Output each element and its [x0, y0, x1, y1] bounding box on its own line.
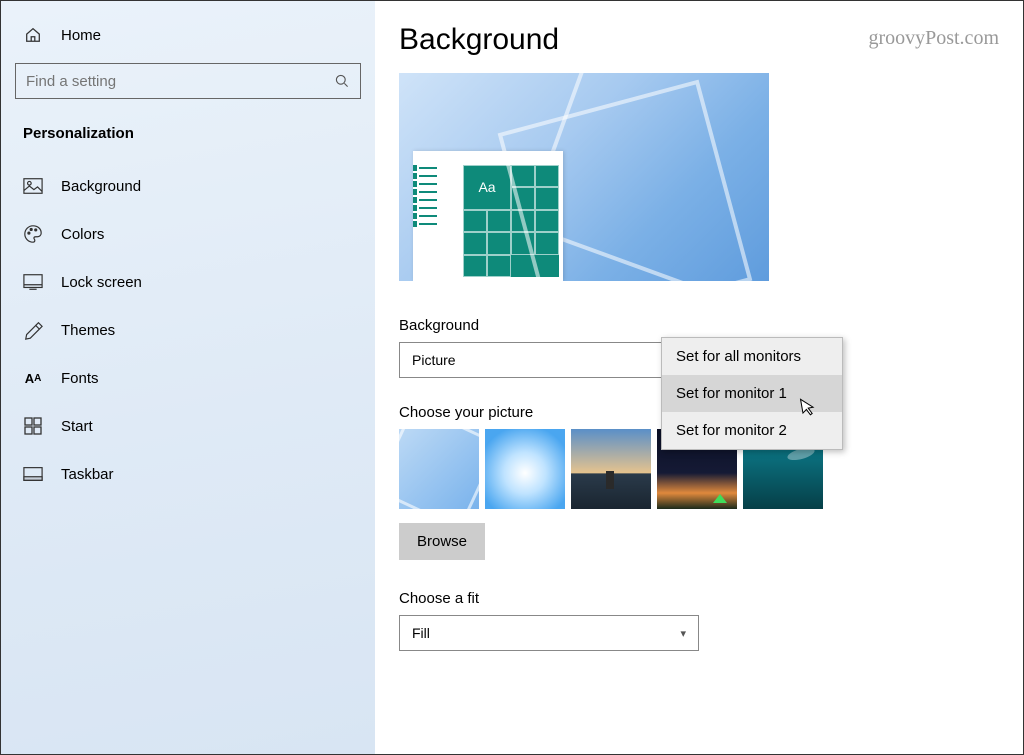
thumbnail-1[interactable]: [399, 429, 479, 509]
fit-dropdown-value: Fill: [412, 625, 430, 641]
themes-icon: [23, 320, 43, 340]
sidebar-item-themes[interactable]: Themes: [15, 306, 361, 354]
context-menu: Set for all monitors Set for monitor 1 S…: [661, 337, 843, 450]
home-link[interactable]: Home: [15, 19, 361, 63]
fit-dropdown[interactable]: Fill ▾: [399, 615, 699, 651]
background-dropdown[interactable]: Picture ▾: [399, 342, 699, 378]
thumbnail-2[interactable]: [485, 429, 565, 509]
chevron-down-icon: ▾: [680, 627, 686, 640]
browse-button[interactable]: Browse: [399, 523, 485, 560]
sidebar: Home Personalization Background: [1, 1, 375, 754]
choose-fit-label: Choose a fit: [399, 590, 999, 607]
sidebar-item-label: Lock screen: [61, 274, 142, 291]
sidebar-item-label: Fonts: [61, 370, 99, 387]
sidebar-item-label: Start: [61, 418, 93, 435]
context-menu-item-monitor-2[interactable]: Set for monitor 2: [662, 412, 842, 449]
search-icon: [334, 73, 350, 89]
picture-icon: [23, 176, 43, 196]
search-input[interactable]: [26, 73, 334, 90]
sidebar-item-lock-screen[interactable]: Lock screen: [15, 258, 361, 306]
fonts-icon: AA: [23, 368, 43, 388]
sidebar-item-taskbar[interactable]: Taskbar: [15, 450, 361, 498]
search-box[interactable]: [15, 63, 361, 99]
sidebar-item-start[interactable]: Start: [15, 402, 361, 450]
sidebar-item-colors[interactable]: Colors: [15, 210, 361, 258]
sidebar-item-label: Themes: [61, 322, 115, 339]
palette-icon: [23, 224, 43, 244]
sidebar-item-label: Taskbar: [61, 466, 114, 483]
context-menu-item-all-monitors[interactable]: Set for all monitors: [662, 338, 842, 375]
preview-sample-text: Aa: [463, 165, 511, 210]
cursor-icon: [799, 396, 817, 418]
start-icon: [23, 416, 43, 436]
thumbnail-3[interactable]: [571, 429, 651, 509]
lockscreen-icon: [23, 272, 43, 292]
watermark: groovyPost.com: [868, 27, 999, 50]
sidebar-item-label: Colors: [61, 226, 104, 243]
home-label: Home: [61, 27, 101, 44]
background-dropdown-value: Picture: [412, 352, 456, 368]
sidebar-item-label: Background: [61, 178, 141, 195]
sidebar-item-background[interactable]: Background: [15, 162, 361, 210]
section-title: Personalization: [15, 121, 361, 162]
background-field-label: Background: [399, 317, 999, 334]
background-preview: Aa: [399, 73, 769, 281]
sidebar-item-fonts[interactable]: AA Fonts: [15, 354, 361, 402]
taskbar-icon: [23, 464, 43, 484]
home-icon: [23, 25, 43, 45]
preview-window-mock: Aa: [413, 151, 563, 281]
